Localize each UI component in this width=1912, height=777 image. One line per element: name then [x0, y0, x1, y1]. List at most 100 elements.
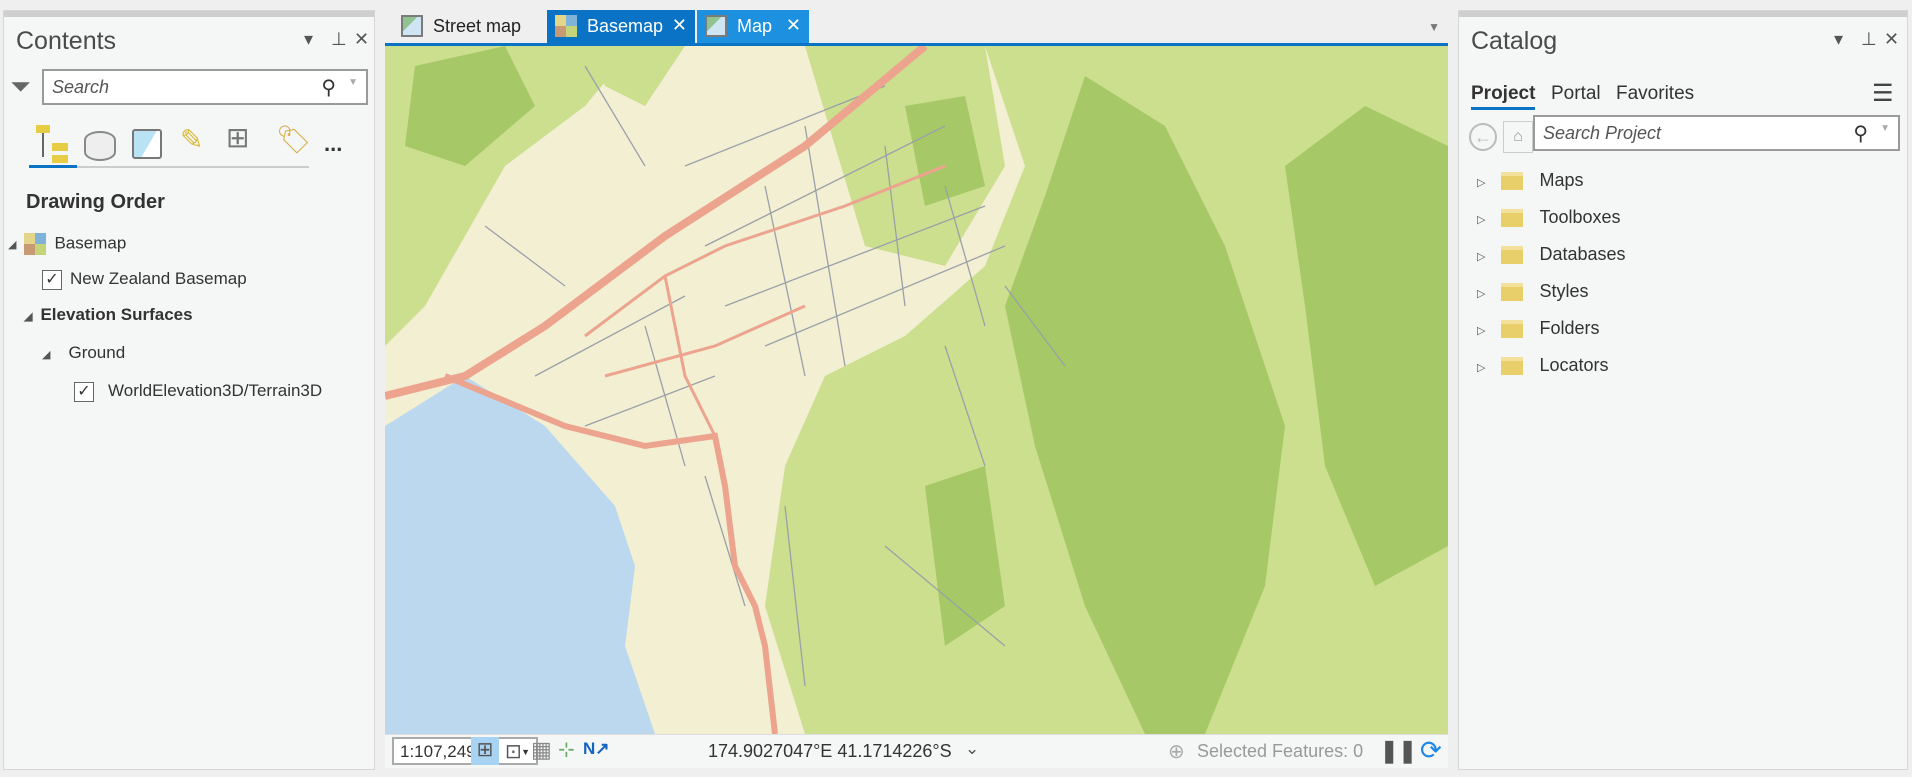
collapse-icon[interactable]: ◢ — [24, 311, 32, 323]
map-canvas[interactable] — [385, 46, 1448, 734]
expand-icon[interactable]: ▷ — [1477, 214, 1485, 226]
layer-terrain3d[interactable]: ✓ WorldElevation3D/Terrain3D — [74, 381, 322, 402]
collapse-icon[interactable]: ◢ — [42, 349, 50, 361]
contents-title: Contents — [16, 27, 117, 55]
tab-street-map[interactable]: Street map — [393, 10, 540, 43]
map-view[interactable] — [385, 46, 1448, 734]
pin-icon[interactable]: ⊥ — [1861, 29, 1877, 50]
catalog-item-databases[interactable]: ▷ Databases — [1477, 244, 1626, 265]
basemap-icon — [555, 15, 577, 37]
folders-folder-icon — [1501, 320, 1524, 339]
catalog-tab-portal[interactable]: Portal — [1551, 83, 1601, 105]
refresh-icon[interactable]: ⟳ — [1420, 735, 1442, 766]
back-icon[interactable]: ← — [1469, 123, 1497, 151]
grid-icon[interactable]: ▦ — [531, 737, 552, 763]
surface-label: Ground — [68, 343, 126, 362]
catalog-item-maps[interactable]: ▷ Maps — [1477, 170, 1583, 191]
catalog-tab-project[interactable]: Project — [1471, 83, 1536, 110]
search-placeholder: Search Project — [1543, 123, 1662, 143]
list-by-labeling-icon[interactable]: 🏷 — [276, 123, 312, 156]
item-label: Styles — [1539, 281, 1589, 301]
layer-new-zealand-basemap[interactable]: ✓ New Zealand Basemap — [42, 269, 247, 290]
close-tab-icon[interactable]: ✕ — [672, 15, 687, 36]
item-label: Locators — [1539, 355, 1609, 375]
close-tab-icon[interactable]: ✕ — [786, 15, 801, 36]
item-label: Databases — [1539, 244, 1626, 264]
more-options-icon[interactable]: ... — [324, 131, 342, 157]
water-harbour — [385, 376, 655, 734]
catalog-title: Catalog — [1471, 27, 1558, 55]
catalog-search-input[interactable]: Search Project ⚲ ▼ — [1533, 115, 1900, 151]
north-arrow-icon[interactable]: N↗ — [583, 739, 610, 759]
tab-map[interactable]: Map ✕ — [697, 10, 809, 43]
item-label: Folders — [1539, 318, 1600, 338]
layer-label: Basemap — [54, 233, 127, 253]
search-dropdown-icon[interactable]: ▼ — [348, 77, 358, 88]
active-tab-indicator — [29, 165, 77, 168]
item-label: Maps — [1539, 170, 1584, 190]
pane-grip[interactable] — [4, 11, 374, 17]
list-by-source-icon[interactable] — [84, 131, 116, 161]
layer-basemap[interactable]: ◢ Basemap — [8, 233, 126, 255]
basemap-icon — [24, 233, 47, 255]
toolboxes-folder-icon — [1501, 209, 1524, 228]
group-label: Elevation Surfaces — [40, 305, 193, 324]
tab-list-dropdown-icon[interactable]: ▼ — [1428, 20, 1440, 34]
snapping-icon[interactable]: ⊡ — [505, 739, 522, 764]
search-icon[interactable]: ⚲ — [321, 75, 336, 100]
pane-menu-icon[interactable]: ▾ — [1834, 29, 1843, 50]
catalog-item-folders[interactable]: ▷ Folders — [1477, 318, 1600, 339]
pane-grip[interactable] — [1459, 11, 1907, 17]
visibility-checkbox[interactable]: ✓ — [74, 381, 94, 402]
filter-icon[interactable]: ⏷ — [10, 71, 31, 103]
search-placeholder: Search — [52, 77, 110, 97]
map-icon — [401, 15, 423, 37]
close-icon[interactable]: ✕ — [354, 29, 369, 50]
collapse-icon[interactable]: ◢ — [8, 239, 16, 251]
constraints-icon[interactable]: ⊹ — [558, 737, 575, 762]
item-label: Toolboxes — [1539, 207, 1621, 227]
home-icon[interactable]: ⌂ — [1503, 121, 1533, 153]
tab-label: Basemap — [587, 16, 664, 36]
search-icon[interactable]: ⚲ — [1853, 121, 1868, 146]
expand-icon[interactable]: ▷ — [1477, 177, 1485, 189]
expand-icon[interactable]: ▷ — [1477, 325, 1485, 337]
zoom-to-selection-icon[interactable]: ⊕ — [1168, 739, 1185, 764]
locators-folder-icon — [1501, 357, 1524, 376]
coordinates-readout: 174.9027047°E 41.1714226°S — [708, 741, 952, 761]
layer-label: WorldElevation3D/Terrain3D — [108, 381, 323, 400]
elevation-surfaces-group[interactable]: ◢ Elevation Surfaces — [24, 305, 193, 325]
coordinate-format-chevron-icon[interactable]: ⌄ — [965, 739, 979, 759]
catalog-item-toolboxes[interactable]: ▷ Toolboxes — [1477, 207, 1621, 228]
layer-label: New Zealand Basemap — [70, 269, 247, 288]
map-status-bar: 1:107,249 ▼ ⊞ ⊡ ▦ ⊹ N↗ 174.9027047°E 41.1… — [385, 734, 1448, 768]
expand-icon[interactable]: ▷ — [1477, 288, 1485, 300]
expand-icon[interactable]: ▷ — [1477, 362, 1485, 374]
maps-folder-icon — [1501, 172, 1524, 191]
pause-drawing-icon[interactable]: ❚❚ — [1380, 738, 1417, 764]
list-by-drawing-order-icon[interactable] — [34, 121, 70, 163]
tab-basemap[interactable]: Basemap ✕ — [547, 10, 695, 43]
tab-label: Map — [737, 16, 773, 36]
search-dropdown-icon[interactable]: ▼ — [1880, 123, 1890, 134]
ground-surface[interactable]: ◢ Ground — [42, 343, 125, 363]
navigation-tool-icon[interactable]: ⊞ — [471, 737, 499, 765]
styles-folder-icon — [1501, 283, 1524, 302]
catalog-tab-favorites[interactable]: Favorites — [1616, 83, 1694, 105]
catalog-item-locators[interactable]: ▷ Locators — [1477, 355, 1609, 376]
list-by-snapping-icon[interactable]: ⊞ — [226, 121, 249, 154]
tab-label: Street map — [433, 16, 522, 36]
visibility-checkbox[interactable]: ✓ — [42, 269, 62, 290]
databases-folder-icon — [1501, 246, 1524, 265]
catalog-item-styles[interactable]: ▷ Styles — [1477, 281, 1589, 302]
contents-search-input[interactable]: Search ⚲ ▼ — [42, 69, 368, 105]
dropdown-icon[interactable]: ▼ — [521, 747, 530, 757]
list-by-selection-icon[interactable] — [132, 129, 162, 159]
pane-menu-icon[interactable]: ▾ — [304, 29, 313, 50]
list-by-editing-icon[interactable]: ✎ — [180, 123, 203, 156]
close-icon[interactable]: ✕ — [1884, 29, 1899, 50]
expand-icon[interactable]: ▷ — [1477, 251, 1485, 263]
catalog-menu-icon[interactable]: ☰ — [1872, 79, 1894, 108]
pin-icon[interactable]: ⊥ — [331, 29, 347, 50]
selected-features-count: Selected Features: 0 — [1197, 741, 1364, 761]
